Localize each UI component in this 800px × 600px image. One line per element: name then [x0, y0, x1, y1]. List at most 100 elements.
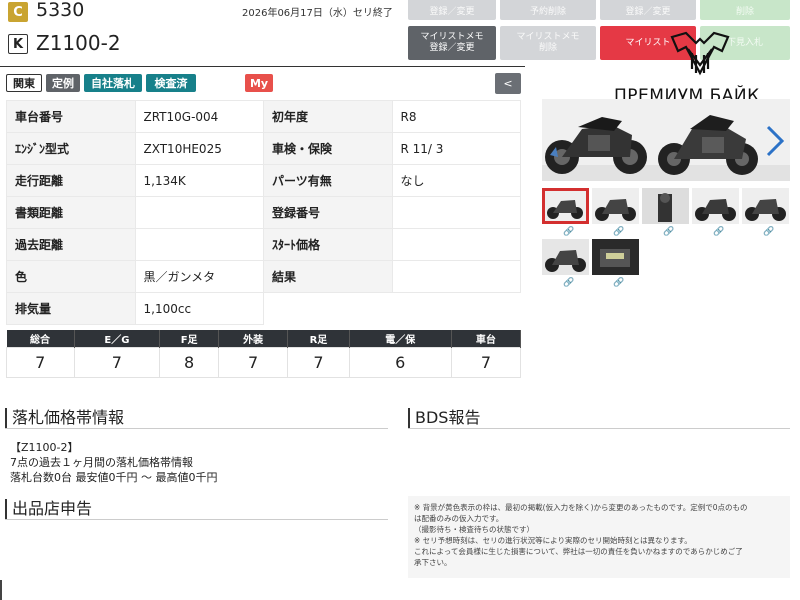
score-value: 7	[73, 346, 161, 378]
notice-line: ※ セリ予想時刻は、セリの進行状況等により実際のセリ開始時刻とは異なります。	[414, 536, 692, 545]
thumbnail-image	[742, 188, 789, 224]
thumbnail-7[interactable]	[592, 239, 639, 275]
table-row: 車台番号 ZRT10G-004 初年度 R8	[6, 100, 521, 133]
register-change-button[interactable]: 登録／変更	[408, 0, 496, 20]
thumbnail-image	[592, 188, 639, 224]
own-bid-tag: 自社落札	[84, 74, 142, 92]
motorcycle-photo	[542, 99, 790, 181]
score-header: E／G	[74, 330, 161, 347]
thumbnail-2[interactable]	[592, 188, 639, 224]
spec-value: 1,100cc	[134, 292, 264, 325]
notice-box: ※ 背景が黄色表示の枠は、最初の掲載(仮入力を除く)から変更のあったものです。定…	[408, 496, 790, 578]
header-divider	[0, 66, 525, 67]
score-value: 6	[348, 346, 452, 378]
spec-label: ｴﾝｼﾞﾝ型式	[6, 132, 136, 165]
store-section-title: 出品店申告	[5, 499, 92, 519]
spec-label: 過去距離	[6, 228, 136, 261]
spec-label: 初年度	[263, 100, 393, 133]
mylist-memo-delete-button[interactable]: マイリストメモ 削除	[500, 26, 596, 60]
score-value-row: 7 7 8 7 7 6 7	[6, 346, 522, 378]
table-row: ｴﾝｼﾞﾝ型式 ZXT10HE025 車検・保険 R 11/ 3	[6, 132, 521, 165]
class-badge: C	[8, 2, 28, 22]
register-change-button-2[interactable]: 登録／変更	[600, 0, 696, 20]
spec-value: 黒／ガンメタ	[134, 260, 264, 293]
thumbnail-image	[545, 191, 586, 221]
table-row: 過去距離 ｽﾀｰﾄ価格	[6, 228, 521, 261]
section-divider	[5, 519, 388, 520]
link-icon[interactable]: 🔗	[613, 278, 624, 288]
spec-value: R 11/ 3	[391, 132, 521, 165]
score-header: 電／保	[349, 330, 452, 347]
thumbnail-5[interactable]	[742, 188, 789, 224]
thumbnail-3[interactable]	[642, 188, 689, 224]
spec-label: ｽﾀｰﾄ価格	[263, 228, 393, 261]
score-value: 7	[6, 346, 75, 378]
spec-value: ZXT10HE025	[134, 132, 264, 165]
spec-label: 車台番号	[6, 100, 136, 133]
auction-date: 2026年06月17日（水）セリ終了	[242, 8, 393, 19]
link-icon[interactable]: 🔗	[763, 227, 774, 237]
thumbnail-1[interactable]	[542, 188, 589, 224]
spec-label: 走行距離	[6, 164, 136, 197]
edge-marker	[0, 580, 2, 600]
table-row: 排気量 1,100cc	[6, 292, 521, 325]
spec-label: 排気量	[6, 292, 136, 325]
empty-cell	[392, 293, 521, 325]
section-divider	[5, 428, 388, 429]
score-header: 外装	[218, 330, 289, 347]
score-value: 7	[218, 346, 289, 378]
notice-line: （撮影待ち・検査待ちの状態です）	[414, 525, 534, 534]
thumbnail-4[interactable]	[692, 188, 739, 224]
spec-value	[134, 196, 264, 229]
price-section-title: 落札価格帯情報	[5, 408, 124, 428]
table-row: 走行距離 1,134K パーツ有無 なし	[6, 164, 521, 197]
score-header: 車台	[451, 330, 522, 347]
reservation-delete-button[interactable]: 予約削除	[500, 0, 596, 20]
lot-number: 5330	[36, 0, 85, 21]
spec-label: 書類距離	[6, 196, 136, 229]
spec-label: パーツ有無	[263, 164, 393, 197]
delete-button[interactable]: 削除	[700, 0, 790, 20]
spec-table: 車台番号 ZRT10G-004 初年度 R8 ｴﾝｼﾞﾝ型式 ZXT10HE02…	[6, 100, 521, 325]
link-icon[interactable]: 🔗	[563, 278, 574, 288]
notice-line: ※ 背景が黄色表示の枠は、最初の掲載(仮入力を除く)から変更のあったものです。定…	[414, 503, 748, 512]
thumbnail-6[interactable]	[542, 239, 589, 275]
notice-line: は配番のみの仮入力です。	[414, 514, 504, 523]
inspected-tag: 検査済	[146, 74, 196, 92]
table-row: 書類距離 登録番号	[6, 196, 521, 229]
thumbnail-image	[642, 188, 689, 224]
spec-value	[134, 228, 264, 261]
collapse-button[interactable]: <	[495, 73, 521, 94]
empty-cell	[264, 293, 393, 325]
main-photo[interactable]	[542, 99, 790, 181]
score-header: R足	[287, 330, 350, 347]
score-value: 8	[159, 346, 220, 378]
spec-label: 色	[6, 260, 136, 293]
link-icon[interactable]: 🔗	[563, 227, 574, 237]
link-icon[interactable]: 🔗	[713, 227, 724, 237]
score-value: 7	[287, 346, 350, 378]
score-header: F足	[159, 330, 220, 347]
notice-line: 承下さい。	[414, 558, 452, 567]
maker-badge: K	[8, 34, 28, 54]
mylist-memo-edit-button[interactable]: マイリストメモ 登録／変更	[408, 26, 496, 60]
spec-label: 車検・保険	[263, 132, 393, 165]
spec-value: なし	[391, 164, 521, 197]
spec-value	[391, 228, 521, 261]
spec-value: 1,134K	[134, 164, 264, 197]
score-header-row: 総合 E／G F足 外装 R足 電／保 車台	[6, 330, 522, 347]
link-icon[interactable]: 🔗	[663, 227, 674, 237]
link-icon[interactable]: 🔗	[613, 227, 624, 237]
chevron-right-icon[interactable]	[762, 123, 786, 159]
spec-value: R8	[391, 100, 521, 133]
score-table: 総合 E／G F足 外装 R足 電／保 車台 7 7 8 7 7 6 7	[6, 330, 522, 378]
bds-section-title: BDS報告	[408, 408, 480, 428]
my-tag[interactable]: My	[245, 74, 273, 92]
thumbnail-image	[692, 188, 739, 224]
regular-tag: 定例	[46, 74, 80, 92]
price-model-line: 【Z1100-2】	[10, 441, 79, 454]
spec-value: ZRT10G-004	[134, 100, 264, 133]
spec-value	[391, 260, 521, 293]
price-period-line: 7点の過去１ヶ月間の落札価格帯情報	[10, 456, 193, 469]
region-tag: 関東	[6, 74, 42, 92]
